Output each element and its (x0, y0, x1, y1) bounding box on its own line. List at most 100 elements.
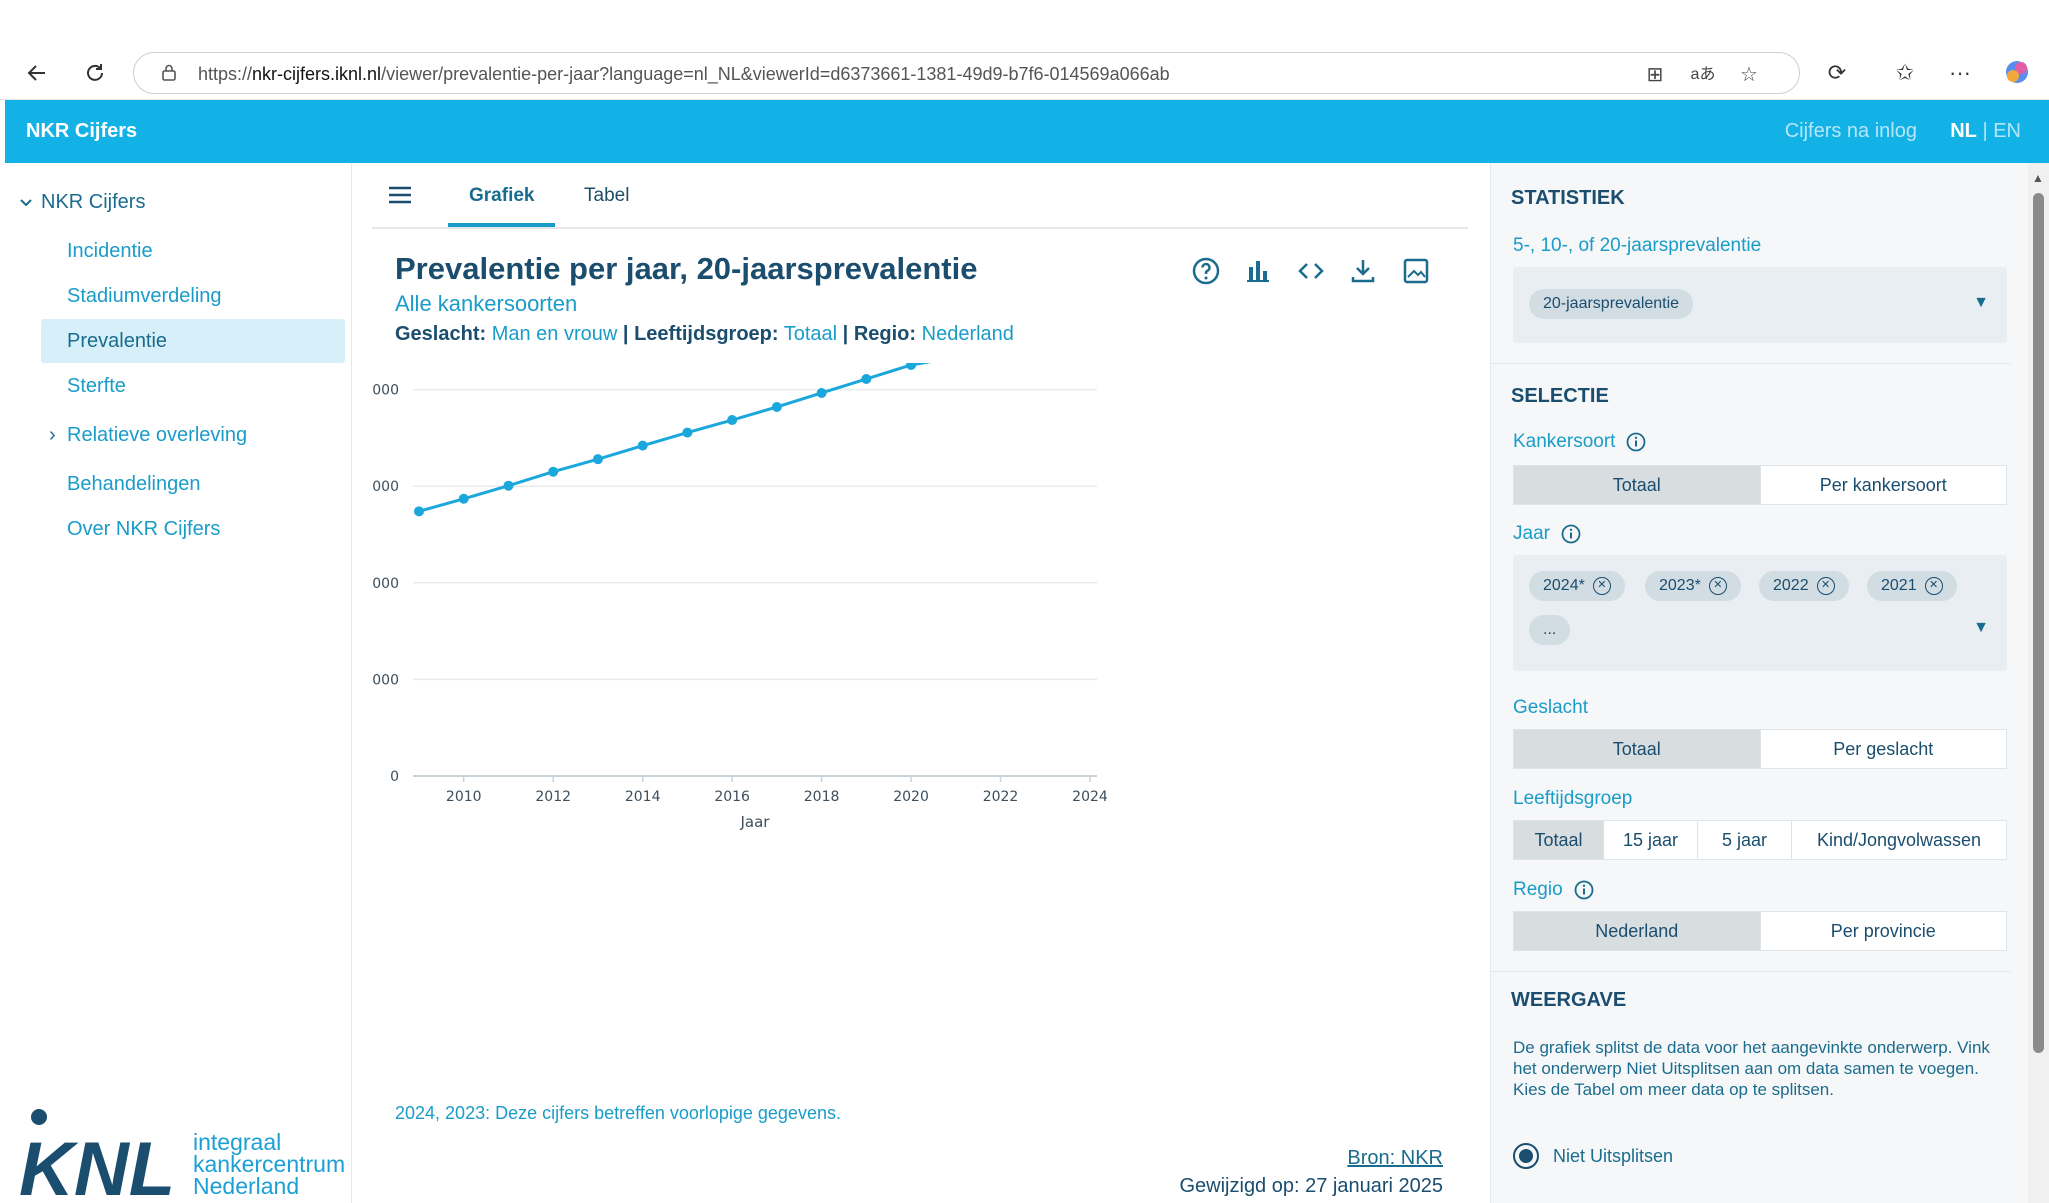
remove-chip-icon[interactable]: ✕ (1816, 576, 1835, 595)
statistiek-heading: STATISTIEK (1511, 187, 1625, 209)
lang-nl[interactable]: NL (1950, 120, 1977, 142)
data-point (592, 454, 603, 465)
sidebar-item-stadiumverdeling[interactable]: Stadiumverdeling (41, 274, 345, 318)
sidebar-item-relatieve-overleving[interactable]: › Relatieve overleving (41, 413, 345, 457)
info-icon[interactable] (1625, 431, 1647, 453)
option-nederland[interactable]: Nederland (1514, 912, 1761, 950)
data-point (503, 480, 514, 491)
option-per-geslacht[interactable]: Per geslacht (1761, 730, 2007, 768)
caret-down-icon[interactable]: ▼ (1973, 619, 1989, 637)
option-totaal[interactable]: Totaal (1514, 466, 1761, 504)
data-point (727, 415, 738, 426)
data-point (682, 427, 693, 438)
regio-toggle: Nederland Per provincie (1513, 911, 2007, 951)
main-content: Grafiek Tabel Prevalentie per jaar, 20-j… (372, 163, 1468, 1203)
language-switch: NL | EN (1950, 120, 2021, 143)
chart-filters: Geslacht: Man en vrouw | Leeftijdsgroep:… (395, 323, 1014, 346)
panel-scrollbar[interactable]: ▲ (2028, 163, 2049, 1203)
image-export-icon[interactable] (1400, 255, 1432, 287)
copilot-icon[interactable] (2002, 58, 2032, 88)
chart-title: Prevalentie per jaar, 20-jaarsprevalenti… (395, 251, 978, 286)
sidebar-item-incidentie[interactable]: Incidentie (41, 229, 345, 273)
data-point (771, 401, 782, 412)
jaar-select[interactable]: 2024* ✕ 2023* ✕ 2022 ✕ 2021 ✕ ... ▼ (1513, 555, 2007, 671)
favorites-icon[interactable]: ✩ (1890, 58, 1920, 88)
field-label-text: Jaar (1513, 523, 1550, 544)
chart-footnote: 2024, 2023: Deze cijfers betreffen voorl… (395, 1103, 841, 1123)
remove-chip-icon[interactable]: ✕ (1924, 576, 1943, 595)
sidebar-root[interactable]: NKR Cijfers (19, 191, 145, 214)
option-kind-jongvolwassen[interactable]: Kind/Jongvolwassen (1792, 821, 2006, 859)
line-chart: 0200.000400.000600.000800.0001.000.00020… (372, 363, 1108, 831)
year-chip[interactable]: 2024* ✕ (1529, 571, 1625, 601)
remove-chip-icon[interactable]: ✕ (1592, 576, 1611, 595)
scroll-up-icon[interactable]: ▲ (2032, 171, 2044, 185)
radio-niet-uitsplitsen[interactable]: Niet Uitsplitsen (1513, 1143, 1673, 1169)
tab-tabel[interactable]: Tabel (584, 185, 629, 207)
download-icon[interactable] (1347, 255, 1379, 287)
leeftijdsgroep-label: Leeftijdsgroep (1513, 788, 1633, 809)
source-link[interactable]: Bron: NKR (1347, 1147, 1443, 1170)
address-bar[interactable]: https://nkr-cijfers.iknl.nl/viewer/preva… (133, 52, 1800, 94)
data-point (861, 373, 872, 384)
year-chip[interactable]: 2022 ✕ (1759, 571, 1849, 601)
option-per-provincie[interactable]: Per provincie (1761, 912, 2007, 950)
chart-type-icon[interactable] (1242, 255, 1274, 287)
more-chip[interactable]: ... (1529, 615, 1571, 645)
sidebar: NKR Cijfers Incidentie Stadiumverdeling … (5, 163, 352, 1203)
kankersoort-toggle: Totaal Per kankersoort (1513, 465, 2007, 505)
logo-text: integraal kankercentrum Nederland (193, 1131, 345, 1198)
lang-separator: | (1976, 120, 1994, 142)
settings-panel: STATISTIEK 5-, 10-, of 20-jaarsprevalent… (1490, 163, 2030, 1203)
site-info-icon[interactable] (158, 62, 180, 84)
read-aloud-icon[interactable]: aあ (1690, 62, 1716, 88)
remove-chip-icon[interactable]: ✕ (1708, 576, 1727, 595)
lang-en[interactable]: EN (1993, 120, 2021, 142)
embed-code-icon[interactable] (1295, 255, 1327, 287)
year-chip[interactable]: 2021 ✕ (1867, 571, 1957, 601)
info-icon[interactable] (1560, 523, 1582, 545)
radio-selected-icon[interactable] (1513, 1143, 1539, 1169)
option-5-jaar[interactable]: 5 jaar (1698, 821, 1792, 859)
option-per-kankersoort[interactable]: Per kankersoort (1761, 466, 2007, 504)
option-totaal[interactable]: Totaal (1514, 821, 1604, 859)
reload-icon[interactable] (78, 56, 112, 90)
sidebar-root-label: NKR Cijfers (41, 191, 146, 213)
sidebar-item-over[interactable]: Over NKR Cijfers (41, 507, 345, 551)
x-tick-label: 2012 (535, 789, 571, 805)
caret-down-icon[interactable]: ▼ (1973, 294, 1989, 312)
filter-value: Nederland (921, 323, 1014, 345)
geslacht-label: Geslacht (1513, 697, 1588, 718)
sidebar-item-prevalentie[interactable]: Prevalentie (41, 319, 345, 363)
help-icon[interactable] (1190, 255, 1222, 287)
tab-grafiek[interactable]: Grafiek (469, 185, 534, 207)
sidebar-item-sterfte[interactable]: Sterfte (41, 364, 345, 408)
y-tick-label: 0 (390, 769, 399, 785)
hamburger-menu-icon[interactable] (386, 183, 414, 207)
data-point (548, 466, 559, 477)
back-icon[interactable] (20, 56, 54, 90)
sidebar-item-behandelingen[interactable]: Behandelingen (41, 462, 345, 506)
kankersoort-label: Kankersoort (1513, 431, 1647, 453)
x-tick-label: 2016 (714, 789, 750, 805)
favorite-star-icon[interactable]: ☆ (1736, 62, 1762, 88)
app-header: NKR Cijfers Cijfers na inlog NL | EN (5, 100, 2049, 163)
x-tick-label: 2024 (1072, 789, 1108, 805)
filter-label: Geslacht: (395, 323, 487, 345)
weergave-heading: WEERGAVE (1511, 989, 1627, 1011)
series-line (418, 363, 932, 513)
extensions-icon[interactable]: ⟳ (1822, 58, 1852, 88)
option-totaal[interactable]: Totaal (1514, 730, 1761, 768)
year-chip[interactable]: 2023* ✕ (1645, 571, 1741, 601)
app-title[interactable]: NKR Cijfers (26, 120, 137, 143)
geslacht-toggle: Totaal Per geslacht (1513, 729, 2007, 769)
radio-label: Niet Uitsplitsen (1553, 1145, 1674, 1166)
scroll-thumb[interactable] (2033, 193, 2044, 1053)
option-15-jaar[interactable]: 15 jaar (1604, 821, 1698, 859)
filter-separator: | (842, 323, 849, 345)
login-link[interactable]: Cijfers na inlog (1785, 120, 1917, 143)
more-icon[interactable]: ··· (1945, 58, 1975, 88)
apps-icon[interactable]: ⊞ (1642, 62, 1668, 88)
info-icon[interactable] (1573, 879, 1595, 901)
statistiek-select[interactable]: 20-jaarsprevalentie ▼ (1513, 267, 2007, 343)
